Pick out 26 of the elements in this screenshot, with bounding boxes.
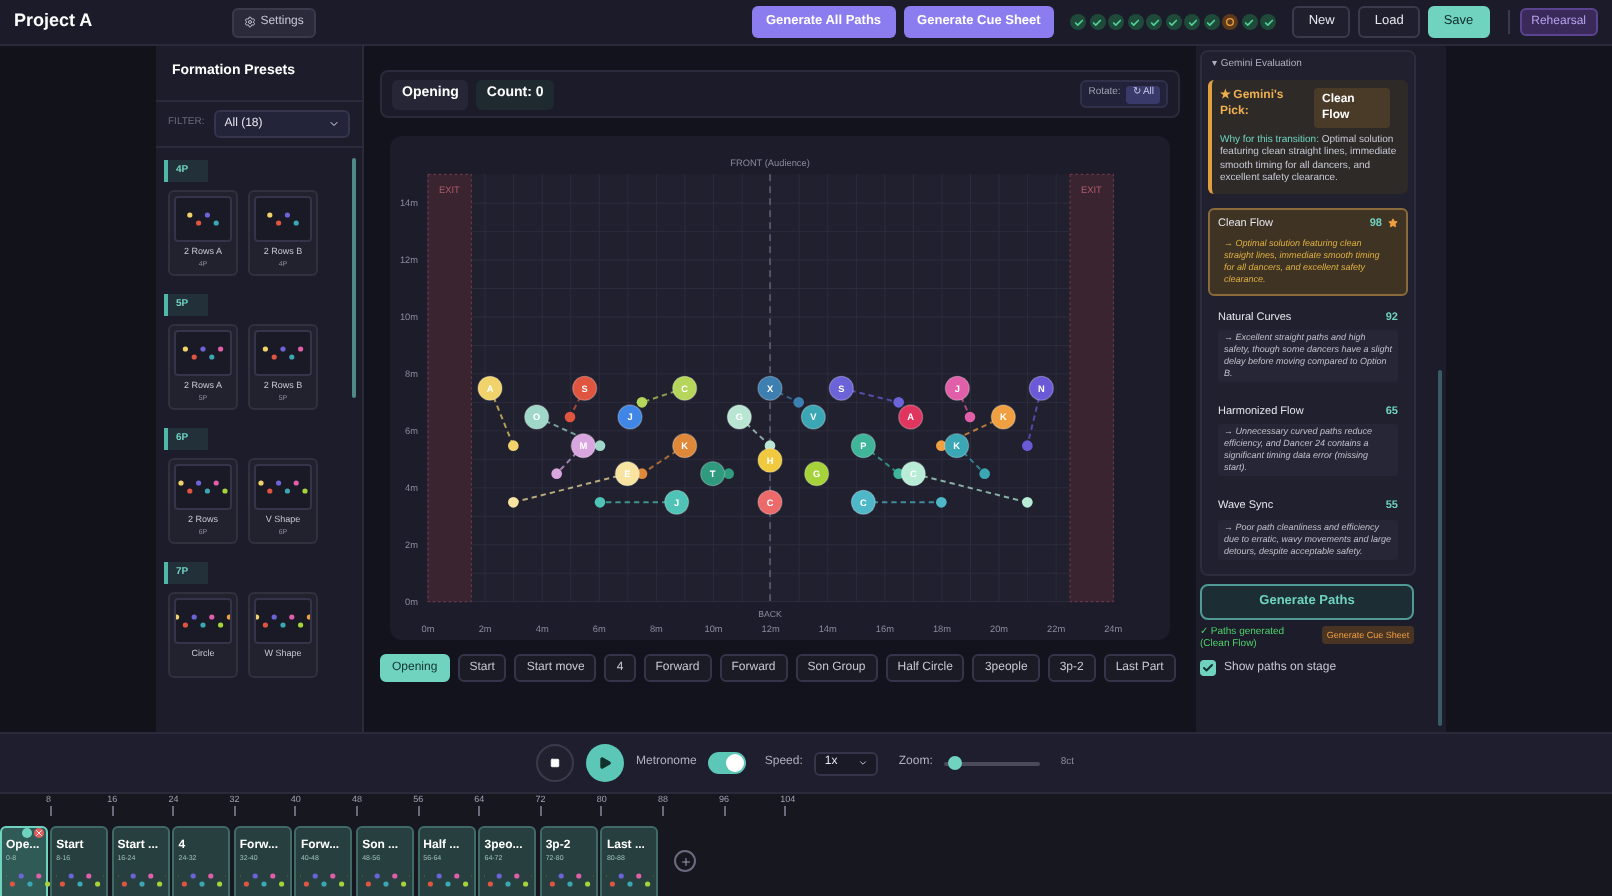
stop-button[interactable] <box>536 744 574 782</box>
settings-icon <box>244 16 257 28</box>
formation-thumbnail-drawing <box>423 870 472 890</box>
metronome-toggle[interactable] <box>708 752 747 774</box>
formation-thumbnail-drawing <box>178 870 227 890</box>
chevron-down-icon <box>328 118 340 130</box>
project-title: Project A <box>14 8 93 35</box>
play-button[interactable] <box>586 744 624 782</box>
play-icon <box>598 756 612 770</box>
add-clip-button[interactable] <box>674 850 697 872</box>
formation-thumbnail-drawing <box>56 870 105 890</box>
formation-thumbnail-drawing <box>484 870 533 890</box>
stop-icon <box>550 758 560 768</box>
formation-thumbnail-drawing <box>117 870 166 890</box>
chevron-down-icon <box>858 758 869 768</box>
zoom-slider[interactable] <box>944 755 1041 771</box>
plus-icon <box>679 855 692 867</box>
star-icon <box>1388 218 1398 229</box>
formation-thumbnail-drawing <box>545 870 594 890</box>
formation-thumbnail-drawing <box>300 870 349 890</box>
formation-thumbnail-drawing <box>362 870 411 890</box>
formation-thumbnail-drawing <box>606 870 655 890</box>
show-paths-checkbox[interactable] <box>1200 660 1216 676</box>
formation-thumbnail-drawing <box>6 870 54 890</box>
formation-thumbnail-drawing <box>239 870 288 890</box>
close-icon[interactable] <box>33 828 43 838</box>
